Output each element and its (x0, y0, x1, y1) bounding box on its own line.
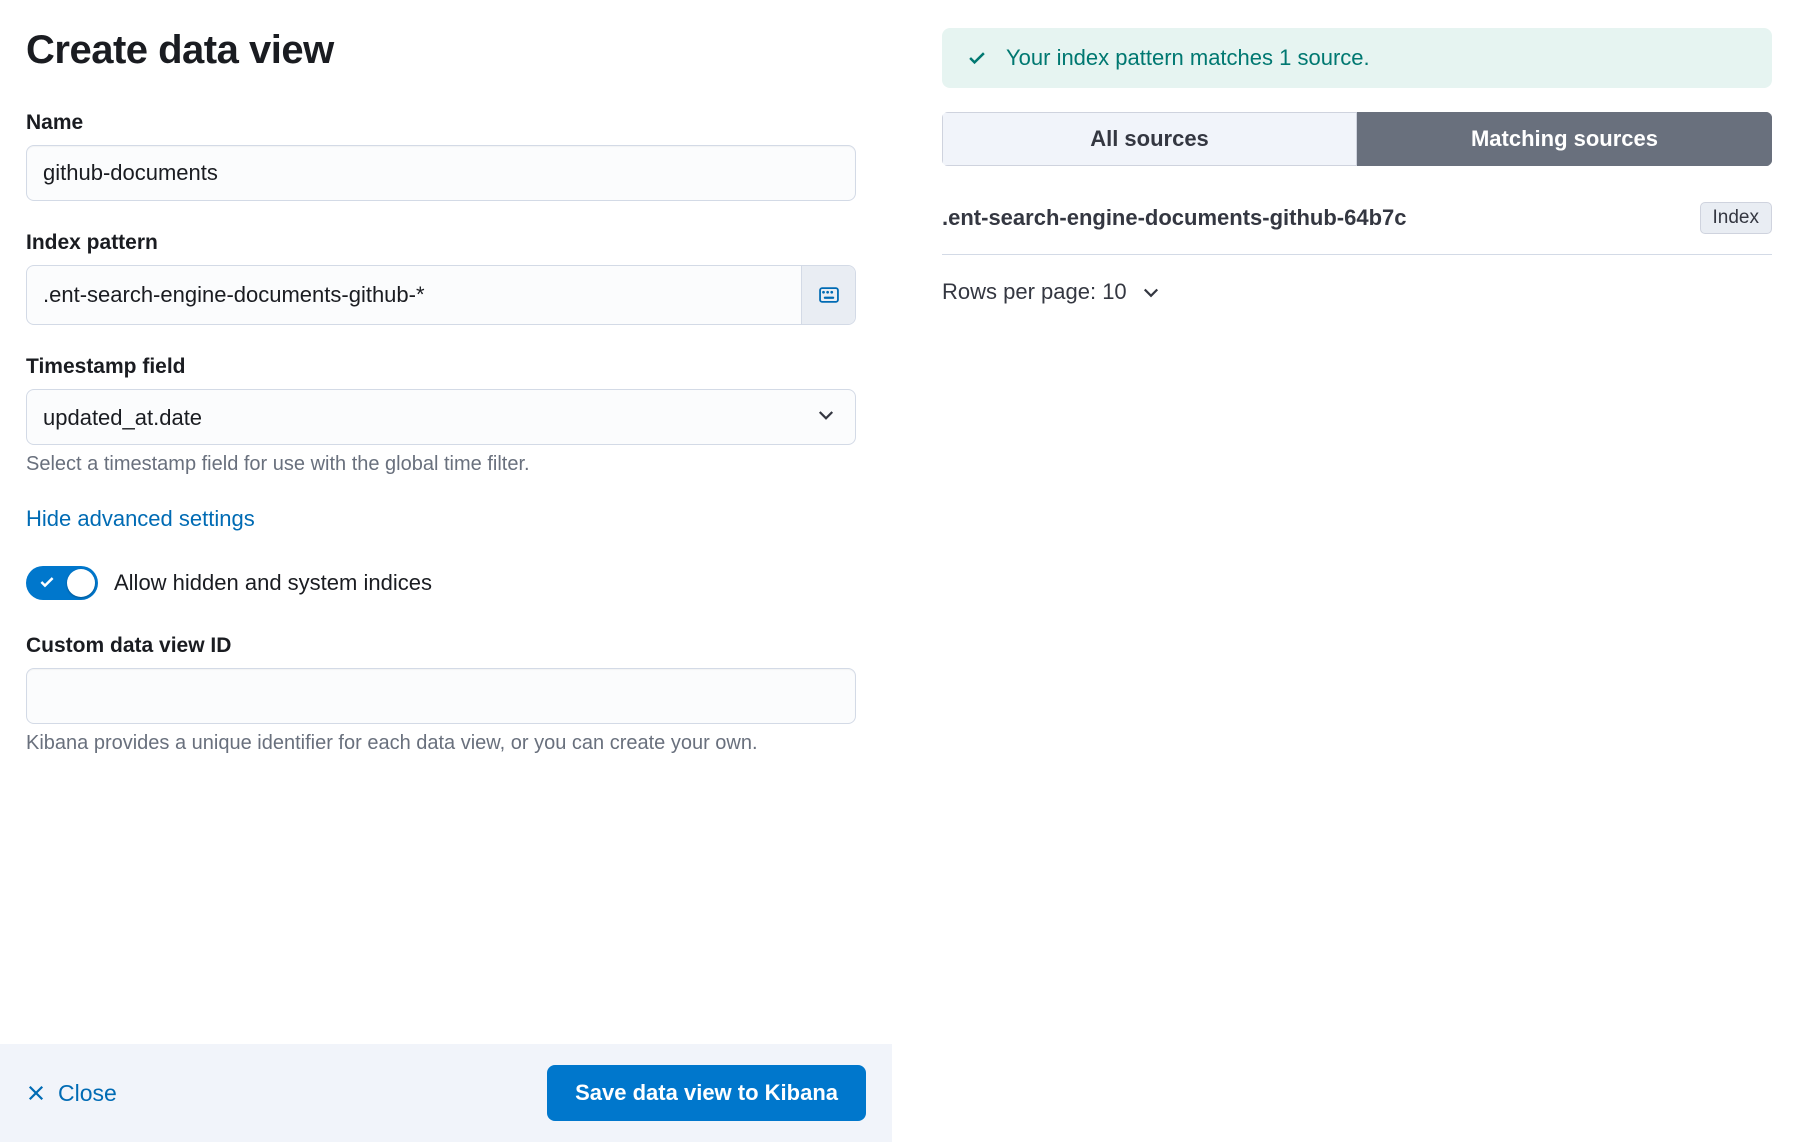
custom-id-help-text: Kibana provides a unique identifier for … (26, 732, 866, 755)
save-button[interactable]: Save data view to Kibana (547, 1065, 866, 1121)
timestamp-row: Timestamp field updated_at.date Select a… (26, 355, 866, 476)
custom-id-label: Custom data view ID (26, 634, 866, 658)
timestamp-label: Timestamp field (26, 355, 866, 379)
close-button-label: Close (58, 1080, 117, 1107)
page-title: Create data view (26, 28, 866, 73)
form-panel: Create data view Name Index pattern (0, 0, 892, 1142)
rows-per-page-label: Rows per page: 10 (942, 279, 1127, 305)
timestamp-help-text: Select a timestamp field for use with th… (26, 453, 866, 476)
name-input[interactable] (26, 145, 856, 201)
success-message: Your index pattern matches 1 source. (1006, 45, 1370, 71)
tab-all-sources[interactable]: All sources (942, 112, 1357, 166)
index-pattern-label: Index pattern (26, 231, 866, 255)
timestamp-select[interactable]: updated_at.date (26, 389, 856, 445)
sources-tabs: All sources Matching sources (942, 112, 1772, 166)
check-icon (38, 573, 56, 596)
allow-hidden-switch[interactable] (26, 566, 98, 600)
custom-id-row: Custom data view ID Kibana provides a un… (26, 634, 866, 755)
allow-hidden-row: Allow hidden and system indices (26, 566, 866, 600)
preview-panel: Your index pattern matches 1 source. All… (892, 0, 1802, 1142)
advanced-settings-toggle[interactable]: Hide advanced settings (26, 506, 255, 532)
index-pattern-info-button[interactable] (801, 266, 855, 324)
tab-matching-sources[interactable]: Matching sources (1357, 112, 1772, 166)
index-pattern-input[interactable] (27, 266, 801, 324)
close-icon (26, 1083, 46, 1103)
name-label: Name (26, 111, 866, 135)
keyboard-icon (818, 284, 840, 306)
footer-bar: Close Save data view to Kibana (0, 1044, 892, 1142)
chevron-down-icon (1141, 282, 1161, 302)
check-icon (966, 47, 988, 69)
allow-hidden-label: Allow hidden and system indices (114, 570, 432, 596)
source-name: .ent-search-engine-documents-github-64b7… (942, 203, 1407, 234)
index-pattern-row: Index pattern (26, 231, 866, 325)
close-button[interactable]: Close (26, 1080, 117, 1107)
rows-per-page-selector[interactable]: Rows per page: 10 (942, 279, 1772, 305)
source-type-badge: Index (1700, 202, 1772, 234)
name-field-row: Name (26, 111, 866, 201)
success-banner: Your index pattern matches 1 source. (942, 28, 1772, 88)
custom-id-input[interactable] (26, 668, 856, 724)
source-row: .ent-search-engine-documents-github-64b7… (942, 186, 1772, 255)
